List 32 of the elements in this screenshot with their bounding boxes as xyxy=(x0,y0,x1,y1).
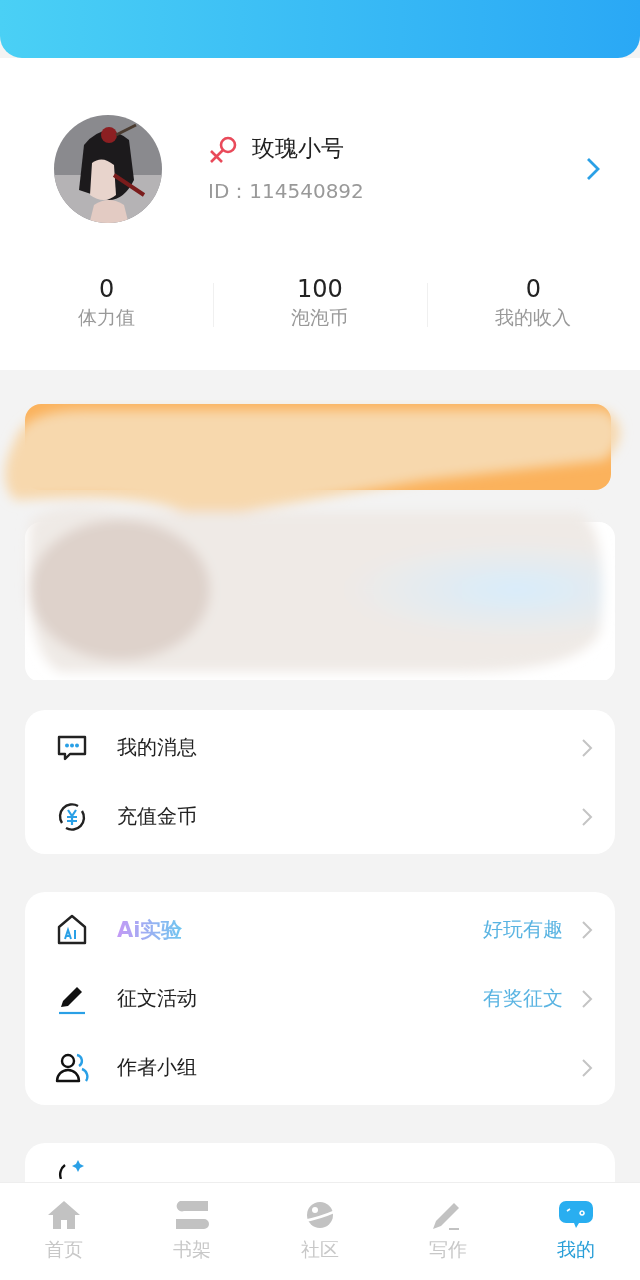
chevron-right-icon xyxy=(581,988,593,1009)
user-id: ID：114540892 xyxy=(208,179,364,203)
stat-label[interactable]: 我的收入 xyxy=(495,305,572,331)
menu-row[interactable]: 征文活动 有奖征文 xyxy=(25,964,615,1033)
menu-row[interactable]: 充值金币 xyxy=(25,782,615,851)
username: 玫瑰小号 xyxy=(252,134,344,163)
chat-bubble-icon xyxy=(56,733,88,762)
menu-hint: 有奖征文 xyxy=(483,985,563,1012)
books-icon xyxy=(174,1199,210,1231)
yen-coin-icon xyxy=(56,800,88,833)
chevron-right-icon xyxy=(581,1057,593,1078)
stat-value: 0 xyxy=(525,275,541,303)
chevron-right-icon xyxy=(581,737,593,758)
menu-row[interactable]: 我的消息 xyxy=(25,713,615,782)
menu-label: 充值金币 xyxy=(117,803,197,830)
stat-value: 0 xyxy=(99,275,115,303)
home-icon xyxy=(46,1199,82,1231)
tab[interactable]: 我的 xyxy=(512,1183,640,1280)
stat-value: 100 xyxy=(297,275,343,303)
ai-house-icon xyxy=(55,912,89,947)
people-icon xyxy=(55,1051,89,1084)
chevron-right-icon xyxy=(581,919,593,940)
menu-label: 征文活动 xyxy=(117,985,197,1012)
chevron-right-icon[interactable] xyxy=(586,157,600,181)
menu-label: 我的消息 xyxy=(117,734,197,761)
menu-row[interactable]: Ai实验 好玩有趣 xyxy=(25,895,615,964)
chevron-right-icon xyxy=(581,806,593,827)
menu-hint: 好玩有趣 xyxy=(483,916,563,943)
menu-row[interactable]: 作者小组 xyxy=(25,1033,615,1102)
menu-label: 作者小组 xyxy=(117,1054,197,1081)
stat-label[interactable]: 体力值 xyxy=(78,305,136,331)
stat-label[interactable]: 泡泡币 xyxy=(291,305,349,331)
